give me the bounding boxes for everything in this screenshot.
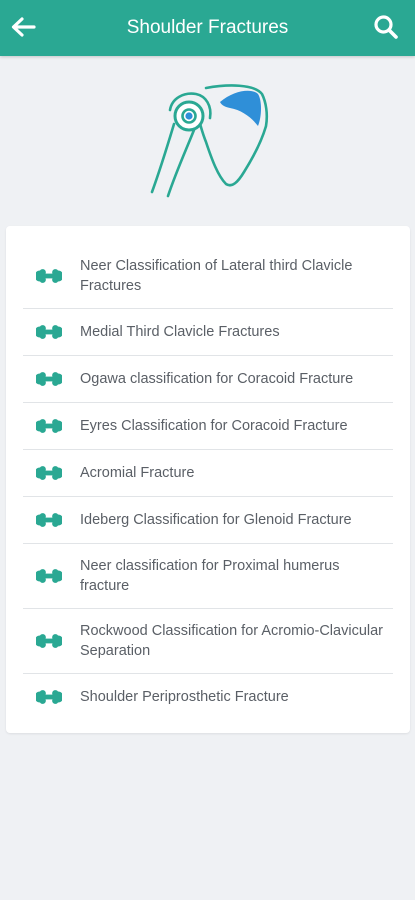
- list-item[interactable]: Ideberg Classification for Glenoid Fract…: [23, 497, 393, 544]
- list-item-label: Eyres Classification for Coracoid Fractu…: [80, 418, 348, 434]
- bone-icon: [36, 689, 62, 705]
- app-bar: Shoulder Fractures: [0, 0, 415, 56]
- list-item[interactable]: Rockwood Classification for Acromio-Clav…: [23, 609, 393, 674]
- list-item[interactable]: Ogawa classification for Coracoid Fractu…: [23, 356, 393, 403]
- fracture-list: Neer Classification of Lateral third Cla…: [23, 244, 393, 720]
- bone-icon: [36, 418, 62, 434]
- list-item[interactable]: Shoulder Periprosthetic Fracture: [23, 674, 393, 720]
- page-title: Shoulder Fractures: [126, 17, 289, 38]
- list-item[interactable]: Neer Classification of Lateral third Cla…: [23, 244, 393, 309]
- list-item[interactable]: Medial Third Clavicle Fractures: [23, 309, 393, 356]
- list-item[interactable]: Acromial Fracture: [23, 450, 393, 497]
- bone-icon: [36, 568, 62, 584]
- bone-icon: [36, 465, 62, 481]
- list-item-label: Neer classification for Proximal humerus…: [80, 558, 340, 594]
- search-button[interactable]: [371, 12, 401, 42]
- search-icon: [374, 15, 398, 39]
- bone-icon: [36, 633, 62, 649]
- list-item-label: Shoulder Periprosthetic Fracture: [80, 689, 289, 705]
- list-item-label: Rockwood Classification for Acromio-Clav…: [80, 623, 383, 659]
- list-item[interactable]: Eyres Classification for Coracoid Fractu…: [23, 403, 393, 450]
- list-item-label: Acromial Fracture: [80, 465, 195, 481]
- bone-icon: [36, 268, 62, 284]
- list-item-label: Neer Classification of Lateral third Cla…: [80, 258, 353, 294]
- list-item-label: Ogawa classification for Coracoid Fractu…: [80, 371, 354, 387]
- bone-icon: [36, 371, 62, 387]
- shoulder-joint-icon: [140, 80, 276, 200]
- list-item[interactable]: Neer classification for Proximal humerus…: [23, 544, 393, 609]
- bone-icon: [36, 324, 62, 340]
- bone-icon: [36, 512, 62, 528]
- list-item-label: Medial Third Clavicle Fractures: [80, 324, 280, 340]
- fracture-list-card: Neer Classification of Lateral third Cla…: [6, 226, 410, 733]
- list-item-label: Ideberg Classification for Glenoid Fract…: [80, 512, 352, 528]
